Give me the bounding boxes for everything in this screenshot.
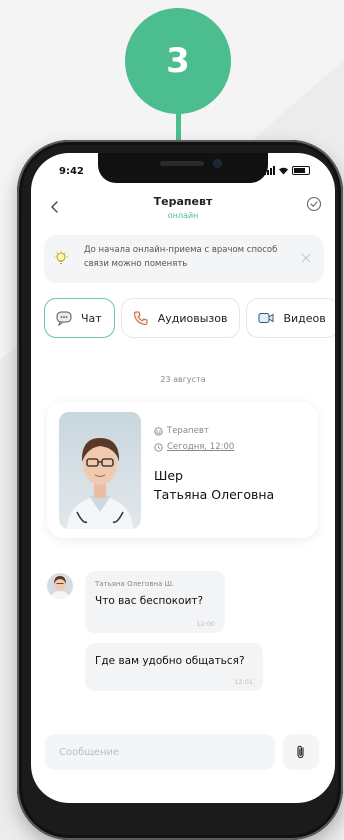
appointment-time: Сегодня, 12:00	[154, 442, 234, 452]
speaker	[160, 161, 204, 166]
attach-button[interactable]	[283, 734, 319, 770]
phone-icon	[133, 311, 148, 326]
info-banner: До начала онлайн-приема с врачом способ …	[44, 235, 324, 283]
stethoscope-icon	[154, 426, 163, 436]
doctor-first-name: Татьяна Олеговна	[154, 487, 275, 502]
status-icons	[264, 166, 310, 175]
phone-screen: 9:42 Терапевт онлайн До начала онлайн-пр…	[31, 153, 335, 803]
page-title: Терапевт	[153, 195, 213, 208]
tab-video-call[interactable]: Видеов	[246, 298, 335, 338]
tab-audio-label: Аудиовызов	[157, 311, 228, 325]
message-placeholder: Сообщение	[59, 746, 120, 758]
step-number: 3	[166, 41, 190, 81]
avatar	[47, 573, 73, 599]
message-bubble: Татьяна Олеговна Ш. Что вас беспокоит? 1…	[85, 571, 225, 633]
step-badge: 3	[125, 8, 231, 114]
message-input[interactable]: Сообщение	[45, 734, 275, 770]
message-text: Где вам удобно общаться?	[95, 655, 245, 667]
tab-chat-label: Чат	[81, 311, 102, 325]
tab-chat[interactable]: Чат	[44, 298, 115, 338]
tab-video-label: Видеов	[283, 311, 326, 325]
message-text: Что вас беспокоит?	[95, 595, 204, 607]
doctor-last-name: Шер	[154, 468, 183, 483]
wifi-icon	[279, 167, 288, 175]
clock-icon	[154, 442, 163, 452]
message-author: Татьяна Олеговна Ш.	[95, 580, 175, 588]
close-icon[interactable]	[300, 252, 312, 264]
doctor-role-text: Терапевт	[167, 426, 209, 436]
paperclip-icon	[297, 745, 304, 759]
message-time: 12:00	[196, 620, 215, 628]
doctor-card[interactable]: Терапевт Сегодня, 12:00 Шер Татьяна Олег…	[47, 402, 318, 538]
notch	[98, 153, 268, 183]
lightbulb-icon	[54, 250, 68, 265]
message-time: 12:01	[234, 678, 253, 686]
video-icon	[258, 313, 274, 323]
message-bubble: Где вам удобно общаться? 12:01	[85, 643, 263, 691]
banner-text: До начала онлайн-приема с врачом способ …	[84, 245, 278, 269]
appointment-time-text: Сегодня, 12:00	[167, 442, 235, 452]
contact-method-tabs: Чат Аудиовызов Видеов	[44, 298, 335, 338]
date-separator: 23 августа	[160, 375, 206, 384]
battery-icon	[292, 166, 310, 175]
doctor-photo	[59, 412, 141, 529]
signal-icon	[264, 166, 275, 175]
status-time: 9:42	[59, 166, 84, 177]
check-circle-icon[interactable]	[306, 196, 322, 212]
step-connector	[176, 110, 181, 142]
online-status: онлайн	[167, 211, 199, 220]
doctor-role: Терапевт	[154, 426, 209, 436]
tab-audio-call[interactable]: Аудиовызов	[120, 298, 241, 338]
front-camera	[213, 159, 222, 168]
chat-icon	[56, 311, 72, 327]
